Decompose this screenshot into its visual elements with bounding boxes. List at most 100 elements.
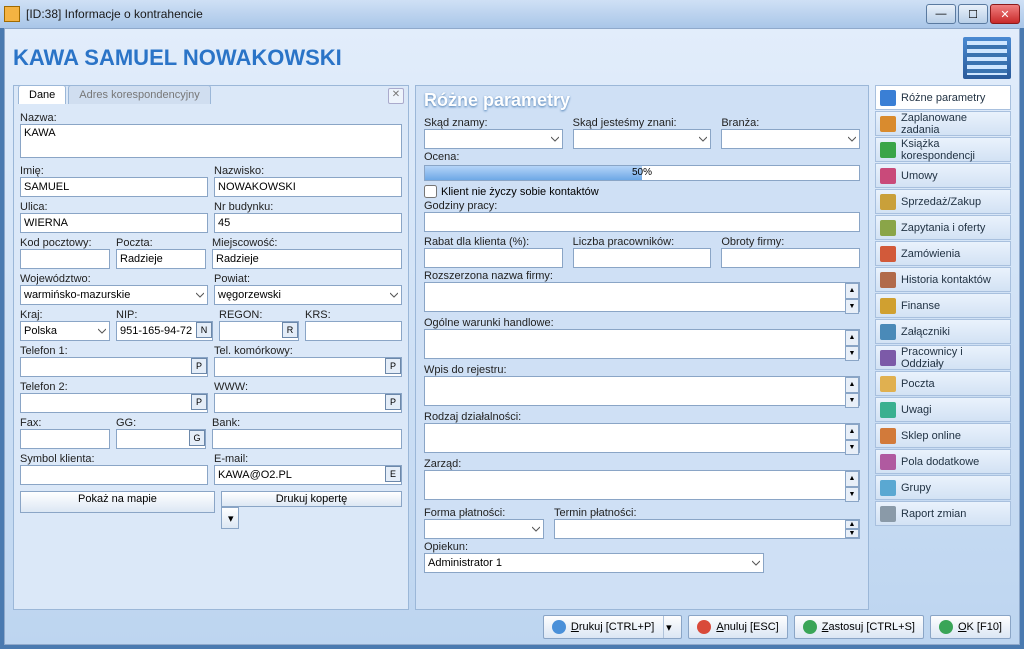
cancel-button[interactable]: Anuluj [ESC] <box>688 615 787 639</box>
poczta-input[interactable] <box>116 249 206 269</box>
nav-ksiazka[interactable]: Książka korespondencji <box>875 137 1011 162</box>
spin-down[interactable]: ▼ <box>845 299 859 315</box>
window-title: [ID:38] Informacje o kontrahencie <box>26 7 924 21</box>
godz-label: Godziny pracy: <box>424 200 860 212</box>
print-envelope-dd[interactable]: ▾ <box>221 507 239 529</box>
nokontakt-check[interactable]: Klient nie życzy sobie kontaktów <box>424 185 860 198</box>
footer-bar: Drukuj [CTRL+P]▾ Anuluj [ESC] Zastosuj [… <box>13 610 1011 640</box>
chevron-down-icon[interactable]: ▾ <box>663 616 673 638</box>
imie-input[interactable] <box>20 177 208 197</box>
nav-sklep[interactable]: Sklep online <box>875 423 1011 448</box>
www-label: WWW: <box>214 381 402 393</box>
tel2-input[interactable] <box>20 393 208 413</box>
spin-up[interactable]: ▲ <box>845 283 859 299</box>
history-icon <box>880 272 896 288</box>
nav-historia[interactable]: Historia kontaktów <box>875 267 1011 292</box>
nav-raport[interactable]: Raport zmian <box>875 501 1011 526</box>
ogolne-input[interactable] <box>424 329 860 359</box>
forma-select[interactable] <box>424 519 544 539</box>
rabat-input[interactable] <box>424 248 563 268</box>
nazwisko-input[interactable] <box>214 177 402 197</box>
obroty-input[interactable] <box>721 248 860 268</box>
page-title: KAWA SAMUEL NOWAKOWSKI <box>13 45 963 71</box>
mailbook-icon <box>880 142 896 158</box>
bank-input[interactable] <box>212 429 402 449</box>
report-icon <box>880 506 896 522</box>
ocena-progress[interactable]: 50% <box>424 165 860 181</box>
termin-label: Termin płatności: <box>554 507 860 519</box>
telkom-input[interactable] <box>214 357 402 377</box>
nav-grupy[interactable]: Grupy <box>875 475 1011 500</box>
fax-label: Fax: <box>20 417 110 429</box>
nav-pola[interactable]: Pola dodatkowe <box>875 449 1011 474</box>
card-icon <box>880 90 896 106</box>
www-input[interactable] <box>214 393 402 413</box>
show-map-button[interactable]: Pokaż na mapie <box>20 491 215 513</box>
miejsc-input[interactable] <box>212 249 402 269</box>
woj-label: Województwo: <box>20 273 208 285</box>
nazwa-input[interactable]: KAWA <box>20 124 402 158</box>
email-e-button[interactable]: E <box>385 466 401 482</box>
nrb-input[interactable] <box>214 213 402 233</box>
nav-zamowienia[interactable]: Zamówienia <box>875 241 1011 266</box>
ulica-input[interactable] <box>20 213 208 233</box>
attach-icon <box>880 324 896 340</box>
tel2-p-button[interactable]: P <box>191 394 207 410</box>
rozsz-input[interactable] <box>424 282 860 312</box>
skad-select[interactable] <box>424 129 563 149</box>
nav-zaplanowane[interactable]: Zaplanowane zadania <box>875 111 1011 136</box>
nav-zalaczniki[interactable]: Załączniki <box>875 319 1011 344</box>
powiat-select[interactable]: węgorzewski <box>214 285 402 305</box>
email-input[interactable] <box>214 465 402 485</box>
tab-close-icon[interactable]: ✕ <box>388 88 404 104</box>
opiekun-select[interactable]: Administrator 1 <box>424 553 764 573</box>
tab-dane[interactable]: Dane <box>18 85 66 104</box>
nav-uwagi[interactable]: Uwagi <box>875 397 1011 422</box>
zarzad-input[interactable] <box>424 470 860 500</box>
wpis-input[interactable] <box>424 376 860 406</box>
close-button[interactable]: ✕ <box>990 4 1020 24</box>
skadj-select[interactable] <box>573 129 712 149</box>
mail-icon <box>880 376 896 392</box>
app-icon <box>4 6 20 22</box>
print-envelope-button[interactable]: Drukuj kopertę <box>221 491 402 507</box>
branza-select[interactable] <box>721 129 860 149</box>
print-button[interactable]: Drukuj [CTRL+P]▾ <box>543 615 682 639</box>
nazwa-label: Nazwa: <box>20 112 402 124</box>
nip-n-button[interactable]: N <box>196 322 212 338</box>
rodzaj-input[interactable] <box>424 423 860 453</box>
symbol-input[interactable] <box>20 465 208 485</box>
nav-finanse[interactable]: Finanse <box>875 293 1011 318</box>
liczba-input[interactable] <box>573 248 712 268</box>
nav-pracownicy[interactable]: Pracownicy i Oddziały <box>875 345 1011 370</box>
krs-label: KRS: <box>305 309 402 321</box>
regon-r-button[interactable]: R <box>282 322 298 338</box>
maximize-button[interactable]: ☐ <box>958 4 988 24</box>
telkom-p-button[interactable]: P <box>385 358 401 374</box>
woj-select[interactable]: warmińsko-mazurskie <box>20 285 208 305</box>
nav-poczta[interactable]: Poczta <box>875 371 1011 396</box>
forma-label: Forma płatności: <box>424 507 544 519</box>
kraj-select[interactable]: Polska <box>20 321 110 341</box>
nav-sprzedaz[interactable]: Sprzedaż/Zakup <box>875 189 1011 214</box>
tab-adres[interactable]: Adres korespondencyjny <box>68 85 210 104</box>
nav-umowy[interactable]: Umowy <box>875 163 1011 188</box>
gg-g-button[interactable]: G <box>189 430 205 446</box>
ok-button[interactable]: OK [F10] <box>930 615 1011 639</box>
godz-input[interactable] <box>424 212 860 232</box>
right-panel: Różne parametry Zaplanowane zadania Ksią… <box>875 85 1011 610</box>
apply-button[interactable]: Zastosuj [CTRL+S] <box>794 615 924 639</box>
nav-rozne[interactable]: Różne parametry <box>875 85 1011 110</box>
gg-label: GG: <box>116 417 206 429</box>
client-area: KAWA SAMUEL NOWAKOWSKI Dane Adres koresp… <box>4 28 1020 645</box>
termin-input[interactable] <box>554 519 860 539</box>
minimize-button[interactable]: — <box>926 4 956 24</box>
www-p-button[interactable]: P <box>385 394 401 410</box>
krs-input[interactable] <box>305 321 402 341</box>
nav-zapytania[interactable]: Zapytania i oferty <box>875 215 1011 240</box>
fax-input[interactable] <box>20 429 110 449</box>
kod-input[interactable] <box>20 249 110 269</box>
bank-label: Bank: <box>212 417 402 429</box>
tel1-input[interactable] <box>20 357 208 377</box>
tel1-p-button[interactable]: P <box>191 358 207 374</box>
